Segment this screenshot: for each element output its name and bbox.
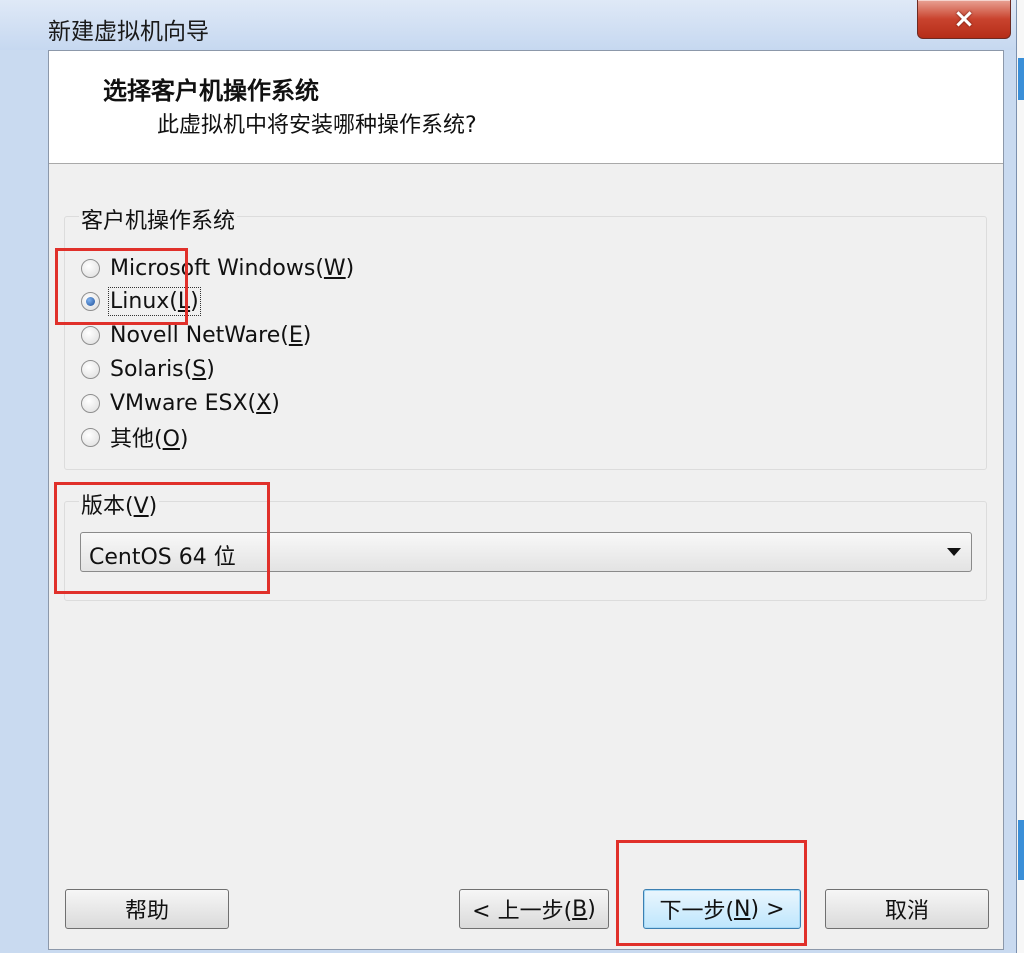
radio-netware-indicator[interactable] [81, 325, 100, 345]
version-dropdown-value: CentOS 64 位 [89, 545, 236, 570]
radio-linux-label: Linux(L) [108, 286, 201, 316]
background-edge-mark [1018, 58, 1024, 100]
close-icon: × [953, 4, 975, 34]
radio-vmware-esx[interactable]: VMware ESX(X) [81, 388, 280, 418]
radio-netware-label: Novell NetWare(E) [110, 322, 312, 348]
wizard-window: 新建虚拟机向导 × 选择客户机操作系统 此虚拟机中将安装哪种操作系统? 客户机操… [0, 0, 1017, 953]
radio-solaris-label: Solaris(S) [110, 356, 215, 382]
page-title: 选择客户机操作系统 [103, 77, 319, 105]
back-button[interactable]: < 上一步(B) [459, 889, 609, 929]
radio-solaris-indicator[interactable] [81, 359, 100, 379]
title-bar[interactable]: 新建虚拟机向导 × [0, 0, 1016, 50]
version-dropdown[interactable]: CentOS 64 位 [80, 532, 972, 572]
background-edge-mark [1018, 820, 1024, 880]
radio-netware[interactable]: Novell NetWare(E) [81, 320, 311, 350]
version-group-label: 版本(V) [79, 488, 160, 520]
radio-other[interactable]: 其他(O) [81, 422, 189, 452]
radio-linux-indicator[interactable] [81, 291, 100, 311]
wizard-header: 选择客户机操作系统 此虚拟机中将安装哪种操作系统? [49, 51, 1003, 164]
radio-vmware-esx-label: VMware ESX(X) [110, 390, 280, 416]
radio-solaris[interactable]: Solaris(S) [81, 354, 215, 384]
guest-os-group-label: 客户机操作系统 [79, 203, 238, 235]
next-button[interactable]: 下一步(N) > [643, 889, 801, 929]
radio-other-label: 其他(O) [110, 427, 189, 452]
page-subtitle: 此虚拟机中将安装哪种操作系统? [157, 113, 477, 138]
help-button[interactable]: 帮助 [65, 889, 229, 929]
radio-vmware-esx-indicator[interactable] [81, 393, 100, 413]
window-title: 新建虚拟机向导 [48, 19, 209, 45]
radio-windows-indicator[interactable] [81, 258, 100, 278]
radio-windows[interactable]: Microsoft Windows(W) [81, 253, 354, 283]
radio-windows-label: Microsoft Windows(W) [110, 255, 355, 281]
background-edge [1017, 0, 1024, 953]
chevron-down-icon[interactable] [947, 548, 961, 556]
cancel-button[interactable]: 取消 [825, 889, 989, 929]
radio-linux[interactable]: Linux(L) [81, 286, 201, 316]
radio-other-indicator[interactable] [81, 427, 100, 447]
close-button[interactable]: × [917, 0, 1011, 39]
wizard-body: 选择客户机操作系统 此虚拟机中将安装哪种操作系统? 客户机操作系统 Micros… [48, 50, 1004, 950]
